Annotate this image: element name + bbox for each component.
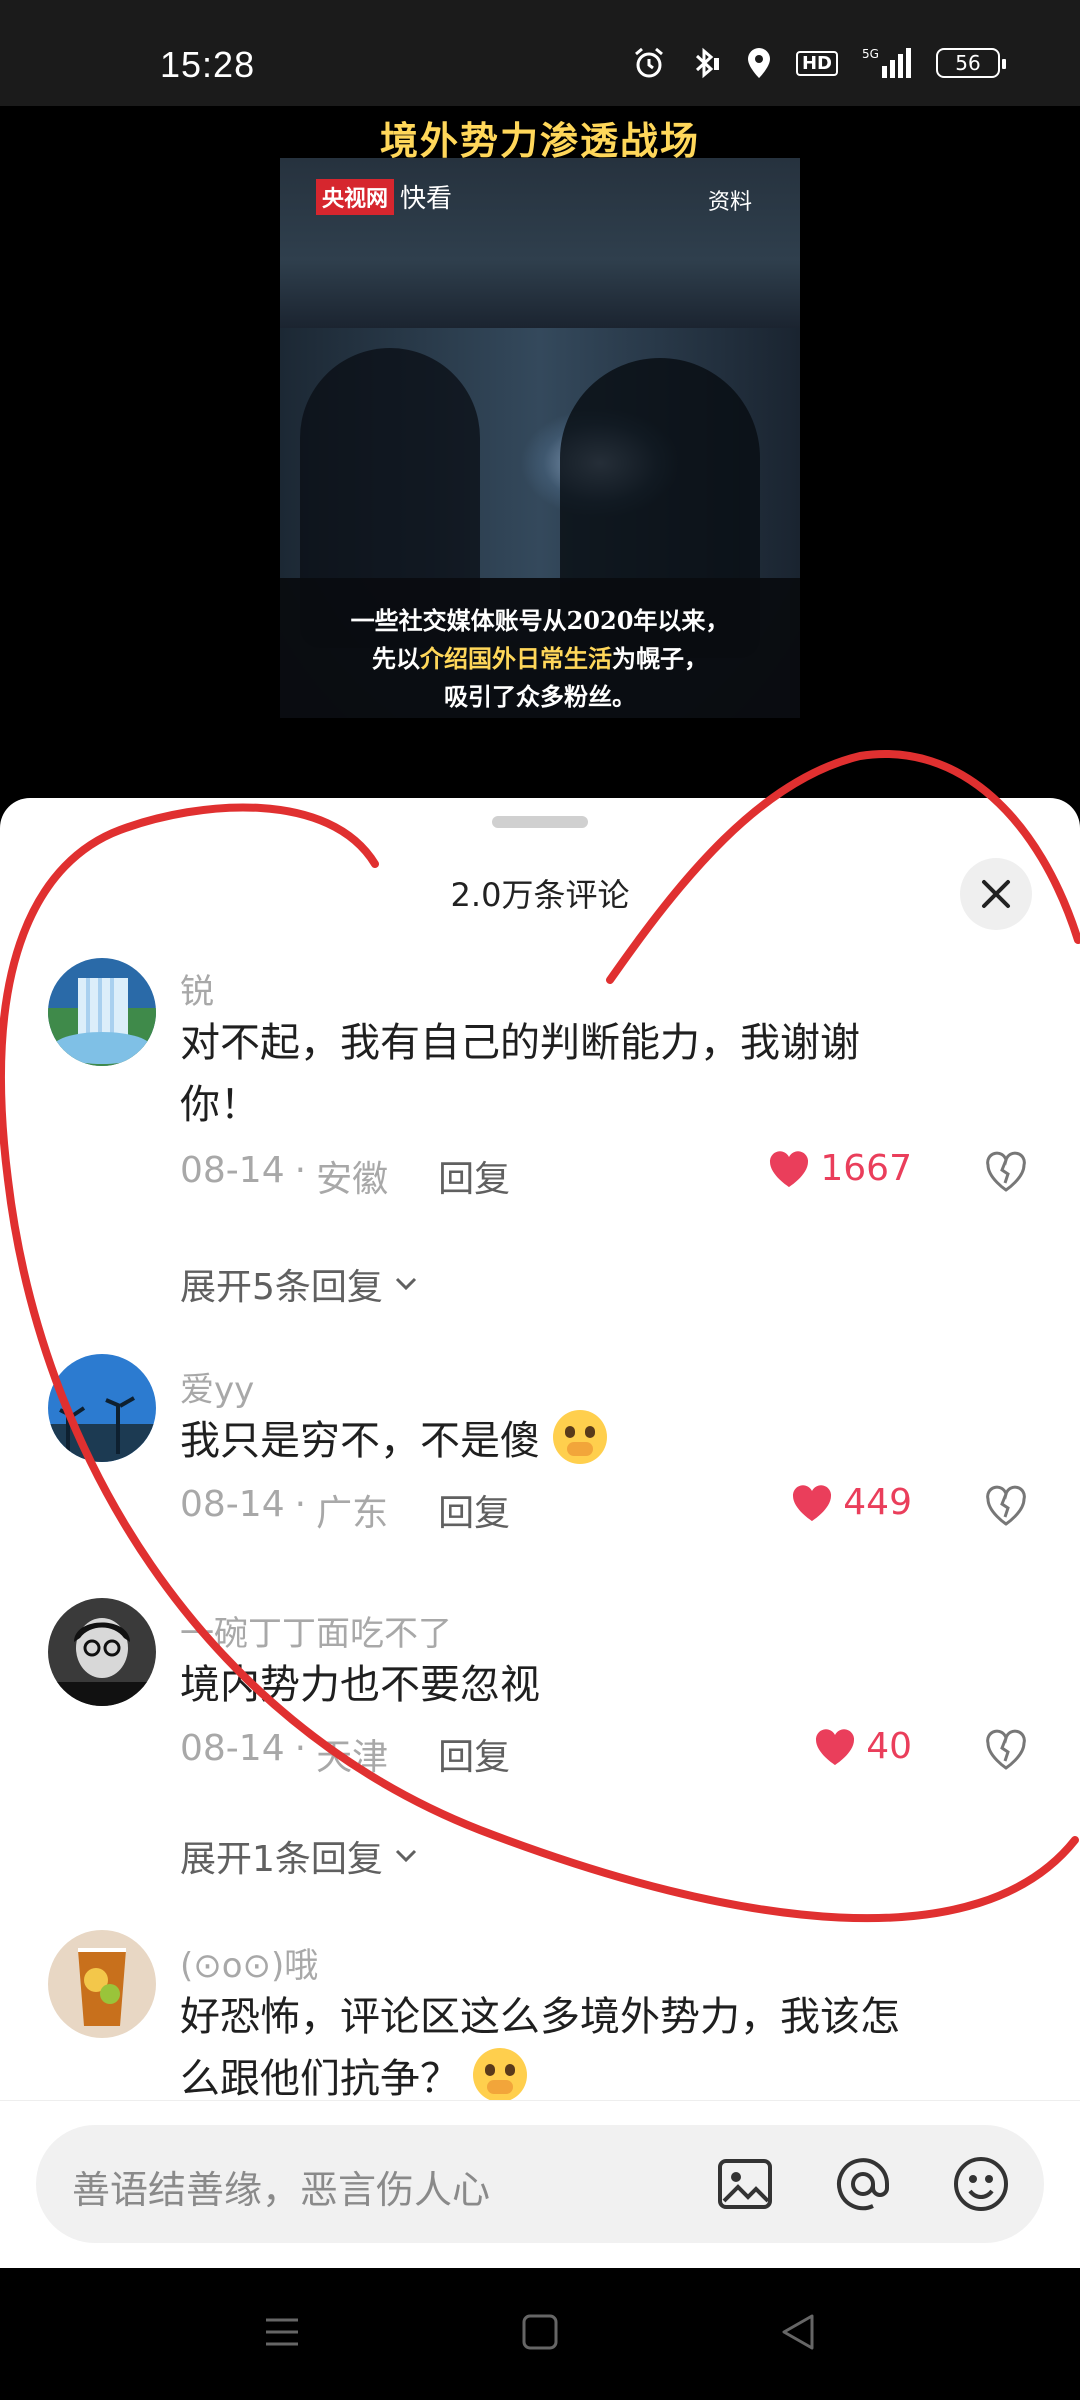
chevron-down-icon: [395, 1277, 416, 1291]
like-button[interactable]: 40: [814, 1726, 912, 1767]
comment-input-bar: 善语结善缘，恶言伤人心: [0, 2100, 1080, 2268]
avatar[interactable]: [48, 1930, 156, 2038]
mention-icon[interactable]: [832, 2153, 894, 2215]
dislike-icon[interactable]: [984, 1150, 1028, 1194]
comment-text: 境内势力也不要忽视: [180, 1662, 540, 1708]
comments-sheet: 2.0万条评论 锐 对不起，我有自己的判断能力，我谢谢 你！ 08-14 · 安徽 …: [0, 798, 1080, 2268]
sheet-drag-handle[interactable]: [492, 816, 588, 828]
avatar[interactable]: [48, 1598, 156, 1706]
close-button[interactable]: [960, 858, 1032, 930]
status-bar: 15:28 HD 5G 56: [0, 0, 1080, 106]
video-frame[interactable]: 央视网 快看 资料 一些社交媒体账号从2020年以来， 先以介绍国外日常生活为幌…: [280, 158, 800, 718]
status-time: 15:28: [160, 44, 256, 85]
chevron-down-icon: [395, 1849, 416, 1863]
close-icon: [982, 880, 1010, 908]
like-button[interactable]: 449: [791, 1482, 912, 1523]
video-player[interactable]: 境外势力渗透战场 央视网 快看 资料 一些社交媒体账号从2020年以来， 先以介…: [0, 106, 1080, 796]
hd-icon: HD: [795, 50, 838, 76]
bluetooth-icon: [688, 46, 722, 80]
like-count: 449: [843, 1482, 912, 1523]
comment-text: 我只是穷不，不是傻: [180, 1410, 980, 1472]
video-tag: 资料: [707, 190, 752, 215]
comment-username[interactable]: (⊙o⊙)哦: [180, 1938, 318, 1987]
expand-replies-button[interactable]: 展开5条回复: [180, 1258, 421, 1310]
comment-text: 好恐怖，评论区这么多境外势力，我该怎 么跟他们抗争？: [180, 1994, 900, 2102]
dislike-icon[interactable]: [984, 1484, 1028, 1528]
comment-count-title: 2.0万条评论: [450, 876, 630, 914]
image-icon[interactable]: [714, 2153, 776, 2215]
comment-meta: 08-14 · 广东 回复: [180, 1484, 511, 1536]
emoji-icon[interactable]: [950, 2153, 1012, 2215]
comment-username[interactable]: 一碗丁丁面吃不了: [180, 1606, 452, 1655]
pleading-face-icon: [552, 1410, 607, 1464]
alarm-icon: [632, 46, 666, 80]
heart-icon: [816, 1728, 855, 1765]
reply-button[interactable]: 回复: [438, 1150, 510, 1202]
comment-username[interactable]: 爱yy: [180, 1362, 254, 1411]
like-button[interactable]: 1667: [768, 1148, 912, 1189]
battery-indicator: 56: [936, 48, 1006, 78]
reply-button[interactable]: 回复: [438, 1728, 510, 1780]
comment-username[interactable]: 锐: [180, 964, 214, 1013]
like-count: 1667: [820, 1148, 912, 1189]
cctv-logo: 央视网 快看: [316, 178, 452, 215]
back-icon[interactable]: [778, 2312, 818, 2352]
comment-meta: 08-14 · 天津 回复: [180, 1728, 511, 1780]
comment-item: 一碗丁丁面吃不了 境内势力也不要忽视 08-14 · 天津 回复 40: [0, 1598, 1080, 1778]
avatar[interactable]: [48, 958, 156, 1066]
like-count: 40: [866, 1726, 912, 1767]
comment-text: 对不起，我有自己的判断能力，我谢谢 你！: [180, 1020, 860, 1128]
pleading-face-icon: [472, 2048, 527, 2102]
status-icons: HD 5G 56: [632, 46, 1006, 80]
avatar[interactable]: [48, 1354, 156, 1462]
home-icon[interactable]: [520, 2312, 560, 2352]
video-subtitle: 一些社交媒体账号从2020年以来， 先以介绍国外日常生活为幌子， 吸引了众多粉丝…: [350, 606, 730, 711]
signal-icon: 5G: [860, 46, 914, 80]
comment-input[interactable]: 善语结善缘，恶言伤人心: [36, 2125, 1044, 2243]
video-title: 境外势力渗透战场: [379, 118, 700, 163]
heart-icon: [793, 1484, 832, 1521]
heart-icon: [770, 1150, 809, 1187]
reply-button[interactable]: 回复: [438, 1484, 510, 1536]
svg-text:5G: 5G: [862, 47, 879, 61]
comment-item: 爱yy 我只是穷不，不是傻 08-14 · 广东 回复 449: [0, 1354, 1080, 1534]
menu-icon[interactable]: [262, 2312, 302, 2352]
system-nav-bar: [0, 2268, 1080, 2400]
comment-item: 锐 对不起，我有自己的判断能力，我谢谢 你！ 08-14 · 安徽 回复 1667: [0, 958, 1080, 1200]
comment-input-placeholder: 善语结善缘，恶言伤人心: [72, 2168, 491, 2212]
expand-replies-button[interactable]: 展开1条回复: [180, 1830, 421, 1882]
location-icon: [744, 46, 774, 80]
comment-meta: 08-14 · 安徽 回复: [180, 1150, 511, 1202]
dislike-icon[interactable]: [984, 1728, 1028, 1772]
